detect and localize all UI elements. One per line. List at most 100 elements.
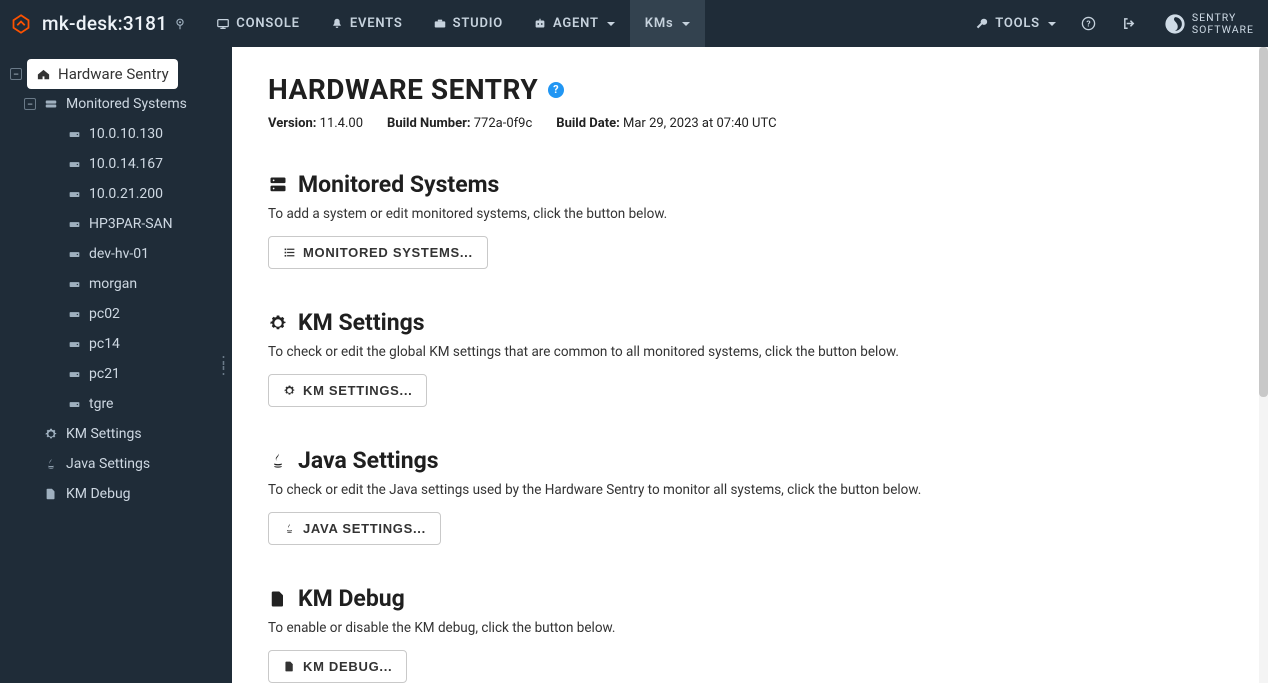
nav-right: TOOLS SENTRY SOFTWARE [963, 0, 1268, 47]
home-icon [36, 67, 51, 82]
tree-host-label: 10.0.21.200 [89, 186, 163, 202]
tree-host-item[interactable]: dev-hv-01 [46, 239, 232, 269]
tree-host-item[interactable]: 10.0.10.130 [46, 119, 232, 149]
tree-host-label: pc14 [89, 336, 120, 352]
tree-host-item[interactable]: pc14 [46, 329, 232, 359]
brand-logo[interactable] [0, 0, 42, 47]
nav-logout-button[interactable] [1109, 0, 1150, 47]
nav-events[interactable]: EVENTS [315, 0, 418, 47]
hdd-icon [68, 128, 81, 141]
nav-help-button[interactable] [1068, 0, 1109, 47]
section-text: To check or edit the global KM settings … [268, 344, 1196, 360]
tree-root-hardware-sentry[interactable]: Hardware Sentry [27, 59, 178, 89]
chevron-down-icon [1048, 22, 1056, 26]
tree-link-item[interactable]: KM Debug [22, 479, 232, 509]
page-title: HARDWARE SENTRY ? [268, 73, 1196, 106]
location-pin-icon[interactable] [173, 17, 187, 31]
hdd-icon [68, 338, 81, 351]
section-button[interactable]: KM SETTINGS... [268, 374, 427, 407]
date-label: Build Date: [556, 116, 620, 131]
hdd-icon [68, 398, 81, 411]
hdd-icon [68, 158, 81, 171]
toolbox-icon [433, 17, 447, 31]
hdd-icon [68, 308, 81, 321]
java-icon [268, 451, 288, 471]
section: Monitored Systems To add a system or edit… [268, 171, 1196, 269]
tree-collapse-toggle[interactable]: − [10, 68, 22, 80]
nav-tools[interactable]: TOOLS [963, 0, 1068, 47]
sentry-software-logo[interactable]: SENTRY SOFTWARE [1150, 12, 1268, 34]
nav-agent[interactable]: AGENT [518, 0, 630, 47]
logo-line1: SENTRY [1192, 12, 1254, 23]
nav-tools-label: TOOLS [995, 16, 1040, 31]
tree-host-item[interactable]: morgan [46, 269, 232, 299]
help-icon [1081, 16, 1096, 31]
swirl-icon [1164, 13, 1186, 35]
nav-kms[interactable]: KMs [630, 0, 705, 47]
section-button[interactable]: JAVA SETTINGS... [268, 512, 441, 545]
java-icon [44, 457, 58, 471]
section-text: To add a system or edit monitored system… [268, 206, 1196, 222]
host-label[interactable]: mk-desk:3181 [42, 12, 173, 35]
section-heading: Monitored Systems [268, 171, 1196, 198]
section-button-label: KM DEBUG... [303, 659, 392, 674]
main-content: HARDWARE SENTRY ? Version: 11.4.00 Build… [232, 47, 1268, 683]
gear-icon [44, 427, 58, 441]
tree-host-label: 10.0.14.167 [89, 156, 163, 172]
nav-events-label: EVENTS [350, 16, 403, 31]
file-icon [44, 487, 58, 501]
section-button[interactable]: MONITORED SYSTEMS... [268, 236, 488, 269]
hdd-icon [68, 368, 81, 381]
scrollbar-thumb[interactable] [1259, 47, 1268, 397]
section: KM Debug To enable or disable the KM debu… [268, 585, 1196, 683]
navbar: mk-desk:3181 CONSOLE EVENTS STUDIO AGENT… [0, 0, 1268, 47]
tree-link-label: KM Debug [66, 486, 131, 502]
section-button-label: MONITORED SYSTEMS... [303, 245, 473, 260]
tree-host-label: tgre [89, 396, 113, 412]
tree-link-label: KM Settings [66, 426, 142, 442]
build-label: Build Number: [387, 116, 470, 131]
nav-studio[interactable]: STUDIO [418, 0, 518, 47]
scrollbar[interactable] [1259, 47, 1268, 683]
tree-host-label: pc21 [89, 366, 120, 382]
logout-icon [1122, 16, 1137, 31]
tree-collapse-toggle[interactable]: − [24, 98, 36, 110]
date-value: Mar 29, 2023 at 07:40 UTC [623, 116, 777, 131]
tree-host-label: HP3PAR-SAN [89, 216, 173, 232]
chevron-down-icon [682, 22, 690, 26]
tree-monitored-systems-label: Monitored Systems [66, 96, 187, 112]
gear-icon [268, 313, 288, 333]
wrench-icon [975, 17, 989, 31]
robot-icon [533, 17, 547, 31]
nav-agent-label: AGENT [553, 16, 599, 31]
sidebar-resize-handle[interactable]: ⋮⋮ [214, 355, 233, 375]
version-label: Version: [268, 116, 316, 131]
tree-host-item[interactable]: 10.0.21.200 [46, 179, 232, 209]
nav-items: CONSOLE EVENTS STUDIO AGENT KMs [201, 0, 704, 47]
tree-link-item[interactable]: KM Settings [22, 419, 232, 449]
tree-monitored-systems[interactable]: − Monitored Systems [22, 89, 232, 119]
tree-host-item[interactable]: tgre [46, 389, 232, 419]
help-badge-icon[interactable]: ? [548, 82, 564, 98]
tree: − Hardware Sentry − Monitored Systems [0, 59, 232, 509]
section-button-label: KM SETTINGS... [303, 383, 412, 398]
tree-host-item[interactable]: 10.0.14.167 [46, 149, 232, 179]
tree-host-label: dev-hv-01 [89, 246, 149, 262]
tree-host-item[interactable]: pc02 [46, 299, 232, 329]
tree-host-item[interactable]: pc21 [46, 359, 232, 389]
tree-host-label: 10.0.10.130 [89, 126, 163, 142]
file-icon [283, 660, 296, 673]
server-icon [44, 97, 58, 111]
tree-host-item[interactable]: HP3PAR-SAN [46, 209, 232, 239]
section-text: To check or edit the Java settings used … [268, 482, 1196, 498]
section: Java SettingsTo check or edit the Java s… [268, 447, 1196, 545]
build-value: 772a-0f9c [474, 116, 533, 131]
section-button[interactable]: KM DEBUG... [268, 650, 407, 683]
nav-console[interactable]: CONSOLE [201, 0, 315, 47]
section-heading: KM Debug [268, 585, 1196, 612]
tree-link-item[interactable]: Java Settings [22, 449, 232, 479]
section: KM SettingsTo check or edit the global K… [268, 309, 1196, 407]
gear-icon [283, 384, 296, 397]
nav-kms-label: KMs [645, 16, 674, 31]
section-text: To enable or disable the KM debug, click… [268, 620, 1196, 636]
